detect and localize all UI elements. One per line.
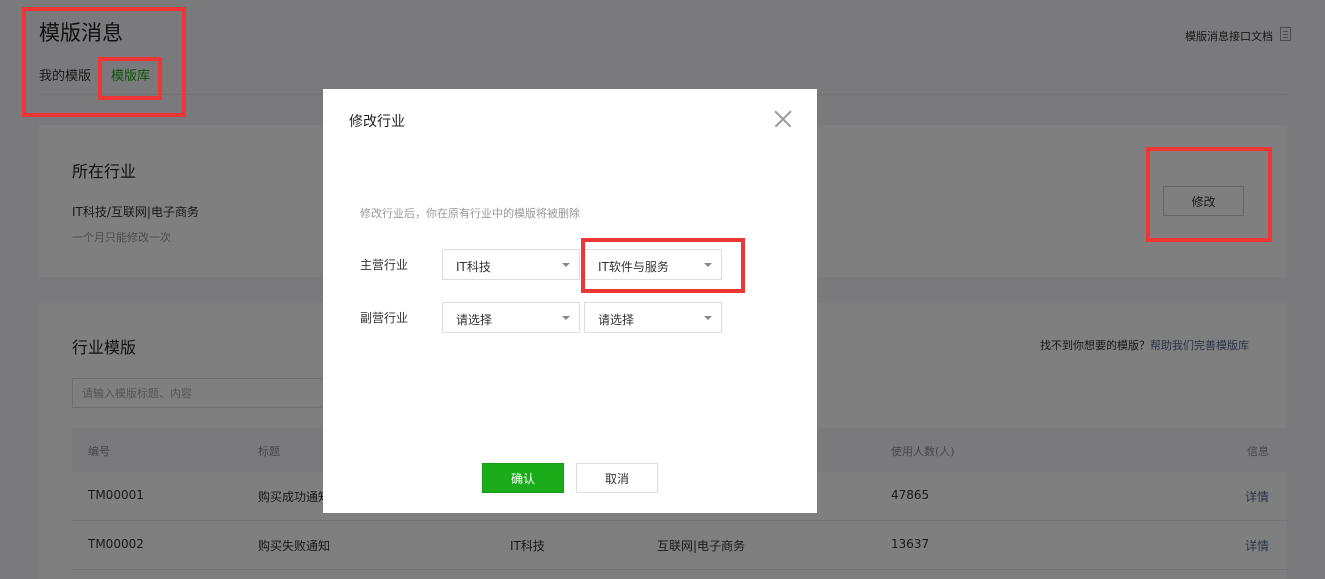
caret-down-icon (562, 316, 570, 320)
caret-down-icon (562, 263, 570, 267)
close-icon[interactable] (773, 109, 793, 129)
primary-industry-label: 主营行业 (360, 258, 409, 272)
modify-industry-dialog: 修改行业 修改行业后，你在原有行业中的模版将被删除 主营行业 IT科技 IT软件… (323, 89, 817, 513)
cancel-button[interactable]: 取消 (576, 463, 658, 493)
secondary-sub-industry-select[interactable]: 请选择 (584, 302, 722, 333)
primary-industry-select[interactable]: IT科技 (442, 249, 580, 280)
secondary-industry-value: 请选择 (456, 313, 493, 327)
secondary-industry-select[interactable]: 请选择 (442, 302, 580, 333)
primary-sub-industry-select[interactable]: IT软件与服务 (584, 249, 722, 280)
dialog-warning: 修改行业后，你在原有行业中的模版将被删除 (360, 207, 580, 220)
primary-sub-industry-value: IT软件与服务 (598, 260, 669, 274)
dialog-title: 修改行业 (349, 114, 405, 130)
confirm-button[interactable]: 确认 (482, 463, 564, 493)
primary-industry-value: IT科技 (456, 260, 491, 274)
caret-down-icon (704, 263, 712, 267)
secondary-industry-label: 副营行业 (360, 311, 409, 325)
caret-down-icon (704, 316, 712, 320)
secondary-sub-industry-value: 请选择 (598, 313, 635, 327)
